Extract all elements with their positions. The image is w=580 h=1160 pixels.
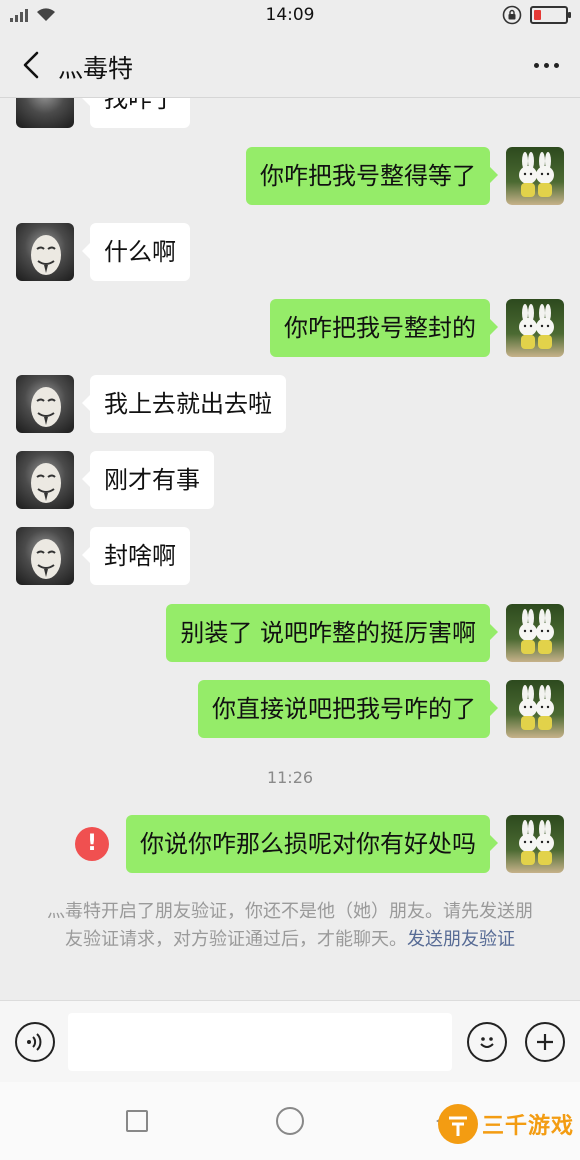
- contact-avatar[interactable]: [16, 527, 74, 585]
- message-input[interactable]: [68, 1013, 452, 1071]
- voice-button[interactable]: [15, 1022, 55, 1062]
- bunny-avatar-icon: [519, 820, 554, 865]
- my-avatar[interactable]: [506, 604, 564, 662]
- status-right: [502, 5, 571, 25]
- more-dot: [543, 62, 549, 68]
- bunny-avatar-icon: [519, 685, 554, 730]
- rotation-lock-icon: [502, 5, 522, 25]
- recent-apps-button[interactable]: [126, 1110, 148, 1132]
- system-nav-bar: 三千游戏: [0, 1082, 580, 1160]
- back-button[interactable]: [14, 48, 48, 82]
- message-bubble-received[interactable]: 刚才有事: [82, 451, 214, 509]
- mask-avatar-icon: [31, 235, 61, 275]
- message-bubble-received[interactable]: 找咋了: [82, 98, 190, 128]
- my-avatar[interactable]: [506, 815, 564, 873]
- voice-icon: [27, 1033, 42, 1051]
- send-verification-link[interactable]: 发送朋友验证: [407, 929, 515, 950]
- status-bar: 14:09: [0, 0, 580, 32]
- message-bubble-received[interactable]: 我上去就出去啦: [82, 375, 286, 433]
- watermark-text: 三千游戏: [481, 1114, 574, 1139]
- more-functions-button[interactable]: [525, 1022, 565, 1062]
- mask-avatar-icon: [31, 539, 61, 579]
- page-title: 灬毒特: [58, 54, 134, 83]
- message-bubble-sent[interactable]: 你直接说吧把我号咋的了: [198, 680, 498, 738]
- mask-avatar-icon: [31, 387, 61, 427]
- message-bubble-received[interactable]: 封啥啊: [82, 527, 190, 585]
- chat-header: 灬毒特: [0, 32, 580, 98]
- bunny-avatar-icon: [519, 609, 554, 654]
- message-bubble-sent[interactable]: 你咋把我号整封的: [270, 299, 498, 357]
- bunny-avatar-icon: [519, 152, 554, 197]
- chat-timestamp: 11:26: [266, 768, 314, 787]
- more-button[interactable]: [526, 48, 566, 82]
- emoji-icon: [480, 1037, 494, 1048]
- battery-icon: [530, 6, 571, 24]
- my-avatar[interactable]: [506, 680, 564, 738]
- plus-icon: [537, 1034, 553, 1050]
- contact-avatar[interactable]: [16, 375, 74, 433]
- more-dots-icon: [533, 62, 539, 68]
- mask-avatar-icon: [31, 463, 61, 503]
- chat-area[interactable]: 找咋了 你咋把我号整得等了 什么啊 你咋把我号整封的 我上去就出去啦 刚才有事 …: [0, 98, 580, 1000]
- contact-avatar[interactable]: [16, 98, 74, 128]
- my-avatar[interactable]: [506, 147, 564, 205]
- battery-level: [534, 10, 541, 20]
- my-avatar[interactable]: [506, 299, 564, 357]
- bunny-avatar-icon: [519, 304, 554, 349]
- contact-avatar[interactable]: [16, 451, 74, 509]
- friend-verification-notice: 灬毒特开启了朋友验证，你还不是他（她）朋友。请先发送朋友验证请求，对方验证通过后…: [40, 898, 540, 954]
- contact-avatar[interactable]: [16, 223, 74, 281]
- emoji-button[interactable]: [467, 1022, 507, 1062]
- more-dot: [553, 62, 559, 68]
- home-button[interactable]: [276, 1107, 304, 1135]
- status-time: 14:09: [265, 5, 315, 25]
- input-bar: [0, 1000, 580, 1082]
- message-bubble-received[interactable]: 什么啊: [82, 223, 190, 281]
- chevron-left-icon: [23, 51, 39, 79]
- watermark-logo-icon: [437, 1104, 478, 1144]
- watermark: 三千游戏: [437, 1104, 574, 1144]
- message-bubble-sent[interactable]: 你说你咋那么损呢对你有好处吗: [126, 815, 498, 873]
- message-bubble-sent[interactable]: 你咋把我号整得等了: [246, 147, 498, 205]
- message-bubble-sent[interactable]: 别装了 说吧咋整的挺厉害啊: [166, 604, 498, 662]
- send-failed-icon[interactable]: !: [75, 827, 109, 861]
